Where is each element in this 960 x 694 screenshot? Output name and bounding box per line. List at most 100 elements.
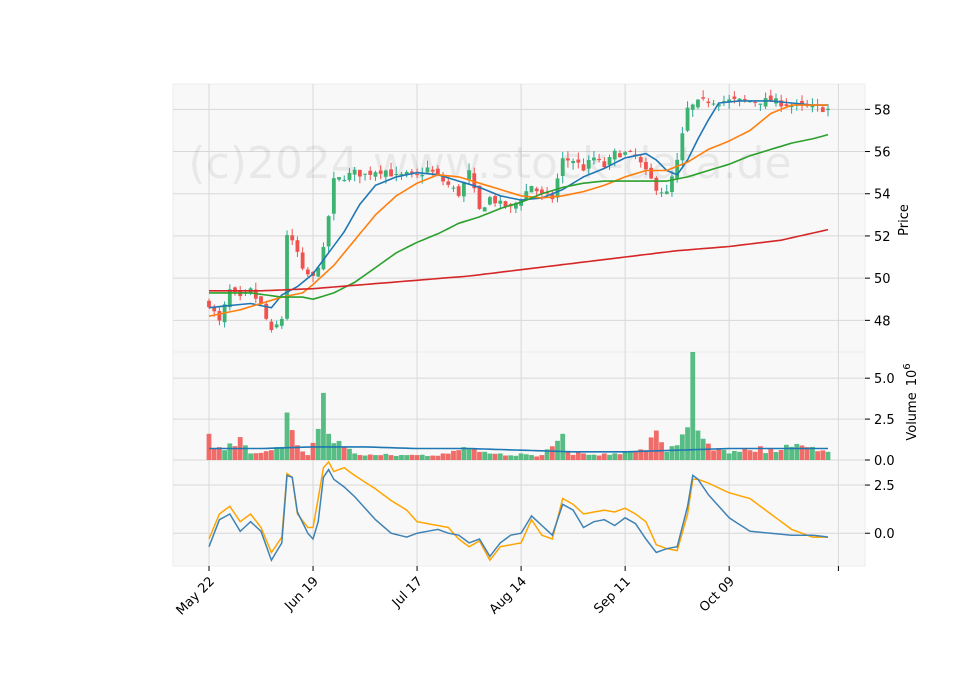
volume-bar <box>737 451 742 460</box>
y-tick-label: 5.0 <box>874 372 895 387</box>
volume-bar <box>383 453 389 460</box>
candle-body <box>732 96 737 99</box>
volume-bar <box>799 445 805 460</box>
volume-bar <box>477 451 482 460</box>
volume-bar <box>378 455 384 460</box>
volume-bar <box>435 455 441 460</box>
volume-bar <box>768 448 774 460</box>
volume-bar <box>596 455 602 460</box>
volume-bar <box>518 453 524 460</box>
candle-body <box>274 324 279 328</box>
candle-body <box>383 170 388 177</box>
candle-body <box>566 158 570 161</box>
volume-bar <box>487 453 493 460</box>
volume-bar <box>456 450 462 460</box>
volume-bar <box>336 440 342 460</box>
candle-body <box>618 153 622 158</box>
volume-bar <box>685 427 690 460</box>
candle-body <box>529 185 534 193</box>
y-tick-label: 52 <box>874 230 891 245</box>
candle-body <box>576 159 581 163</box>
candle-body <box>706 101 711 104</box>
volume-axis-unit: 10 <box>905 370 920 387</box>
candle-body <box>290 235 295 241</box>
candle-body <box>685 107 690 131</box>
y-tick-label: 2.5 <box>874 413 895 428</box>
candle-body <box>451 187 456 189</box>
candle-body <box>763 98 768 107</box>
volume-bar <box>289 430 295 460</box>
volume-bar <box>367 454 373 460</box>
candle-body <box>373 172 378 177</box>
candle-body <box>675 159 680 179</box>
volume-bar <box>503 455 508 460</box>
candle-body <box>571 161 576 164</box>
volume-bar <box>227 443 233 460</box>
candle-body <box>363 173 367 175</box>
volume-bar <box>492 453 498 460</box>
volume-bar <box>399 454 404 460</box>
candle-body <box>425 167 430 173</box>
volume-bar <box>466 448 472 460</box>
candle-body <box>420 174 425 177</box>
panel-bg-1 <box>172 351 866 461</box>
candle-body <box>347 172 352 181</box>
volume-bar <box>211 448 217 460</box>
candle-body <box>357 169 362 177</box>
volume-bar <box>555 440 560 460</box>
volume-bar <box>352 453 358 460</box>
candle-body <box>415 173 419 176</box>
candle-body <box>690 104 695 110</box>
candle-body <box>758 103 763 105</box>
y-tick-label: 50 <box>874 272 891 287</box>
candle-body <box>482 207 487 212</box>
volume-bar <box>357 455 363 460</box>
volume-bar <box>622 451 628 460</box>
candle-body <box>441 176 445 182</box>
volume-bar <box>347 448 352 460</box>
candle-body <box>295 240 300 252</box>
volume-bar <box>747 450 753 460</box>
candle-body <box>644 162 648 170</box>
x-tick-label: Jul 17 <box>389 574 426 611</box>
candle-body <box>337 177 341 180</box>
volume-bar <box>269 450 274 460</box>
candle-body <box>820 107 825 112</box>
volume-bar <box>705 443 711 460</box>
volume-bar <box>341 446 347 460</box>
volume-bar <box>794 443 800 460</box>
volume-bar <box>445 453 451 460</box>
volume-bar <box>315 428 321 460</box>
volume-bar <box>716 448 722 460</box>
volume-bar <box>752 451 758 460</box>
volume-bar <box>305 455 311 460</box>
volume-bar <box>508 455 514 460</box>
candle-body <box>207 300 211 308</box>
candle-body <box>389 169 393 177</box>
volume-bar <box>731 450 737 460</box>
volume-bar <box>253 453 259 460</box>
panel-bg-0 <box>172 83 866 353</box>
volume-bar <box>695 430 701 460</box>
volume-bar <box>409 454 415 460</box>
candle-body <box>581 164 586 171</box>
volume-bar <box>539 455 545 460</box>
volume-bar <box>430 455 436 460</box>
volume-axis-exponent: 6 <box>902 363 913 369</box>
volume-bar <box>565 451 571 460</box>
volume-bar <box>586 454 592 460</box>
volume-bar <box>529 455 534 460</box>
candle-body <box>602 161 607 168</box>
volume-bar <box>815 451 820 460</box>
y-tick-label: 58 <box>874 103 891 118</box>
volume-bar <box>523 454 529 460</box>
volume-bar <box>300 451 306 460</box>
candle-body <box>487 197 492 205</box>
volume-bar <box>570 454 576 460</box>
volume-bar <box>279 446 285 460</box>
candle-body <box>430 169 435 172</box>
volume-bar <box>773 452 779 460</box>
volume-bar <box>419 454 425 460</box>
candle-body <box>742 99 747 101</box>
candle-body <box>560 158 565 177</box>
